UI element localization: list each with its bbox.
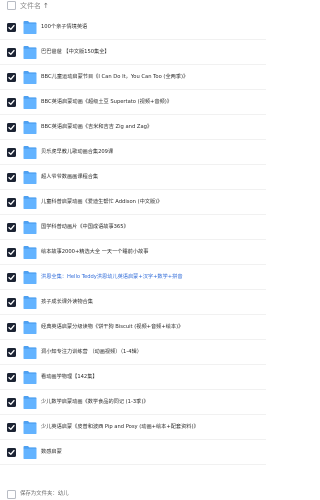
file-name[interactable]: 贝乐虎早教儿歌动画合集209课 xyxy=(41,140,263,165)
file-name[interactable]: 数感启蒙 xyxy=(41,440,263,465)
folder-icon xyxy=(23,119,37,135)
folder-icon xyxy=(23,219,37,235)
file-row[interactable]: 经典英语启蒙分级读物《饼干狗 Biscuit (视频+音频+绘本)》 xyxy=(0,315,266,340)
file-row[interactable]: 数感启蒙 xyxy=(0,440,266,465)
file-row[interactable]: BBC儿童运动启蒙节目《I Can Do It，You Can Too (全两季… xyxy=(0,65,266,90)
row-checkbox[interactable] xyxy=(7,123,16,132)
file-list: 100个亲子情境英语 巴巴爸爸 【中文版150集全】 BBC儿童运动启蒙节目《I C… xyxy=(0,15,266,465)
folder-icon xyxy=(23,419,37,435)
folder-icon xyxy=(23,144,37,160)
save-folder-checkbox[interactable] xyxy=(7,490,16,499)
folder-icon xyxy=(23,44,37,60)
file-name[interactable]: 洪恩全集：Hello Teddy洪恩幼儿英语启蒙+汉字+数学+拼音 xyxy=(41,265,263,290)
row-checkbox[interactable] xyxy=(7,173,16,182)
save-folder-label: 保存为文件夹：幼儿 xyxy=(20,491,69,497)
file-row[interactable]: 绘本故事2000+精选大全 一天一个睡前小故事 xyxy=(0,240,266,265)
file-row[interactable]: 洞小知专注力训练营 （动画视频）（1-4辑） xyxy=(0,340,266,365)
list-header: 文件名 ↑ xyxy=(0,0,266,12)
folder-icon xyxy=(23,394,37,410)
row-checkbox[interactable] xyxy=(7,273,16,282)
folder-icon xyxy=(23,369,37,385)
file-row[interactable]: 少儿英语启蒙《皮普和波西 Pip and Posy (动画+绘本+配套资料)》 xyxy=(0,415,266,440)
file-name[interactable]: 少儿英语启蒙《皮普和波西 Pip and Posy (动画+绘本+配套资料)》 xyxy=(41,415,263,440)
file-row[interactable]: 看动画学物理【142集】 xyxy=(0,365,266,390)
file-name[interactable]: 100个亲子情境英语 xyxy=(41,15,263,40)
save-folder-bar: 保存为文件夹：幼儿 xyxy=(0,489,266,500)
row-checkbox[interactable] xyxy=(7,423,16,432)
file-row[interactable]: 儿童科普启蒙动画《爱迪生帮忙 Addison (中文版)》 xyxy=(0,190,266,215)
row-checkbox[interactable] xyxy=(7,373,16,382)
row-checkbox[interactable] xyxy=(7,398,16,407)
folder-icon xyxy=(23,294,37,310)
row-checkbox[interactable] xyxy=(7,298,16,307)
row-checkbox[interactable] xyxy=(7,323,16,332)
column-header-filename[interactable]: 文件名 ↑ xyxy=(20,0,49,12)
folder-icon xyxy=(23,194,37,210)
file-name[interactable]: 绘本故事2000+精选大全 一天一个睡前小故事 xyxy=(41,240,263,265)
folder-icon xyxy=(23,344,37,360)
file-name[interactable]: 超人爷爷数画画课程合集 xyxy=(41,165,263,190)
file-name[interactable]: 儿童科普启蒙动画《爱迪生帮忙 Addison (中文版)》 xyxy=(41,190,263,215)
row-checkbox[interactable] xyxy=(7,223,16,232)
row-checkbox[interactable] xyxy=(7,73,16,82)
file-name[interactable]: 少儿数学启蒙动画《数学食品的同记 (1-3季)》 xyxy=(41,390,263,415)
file-name[interactable]: 看动画学物理【142集】 xyxy=(41,365,263,390)
file-row[interactable]: 国学科普动画片《中国成语故事365》 xyxy=(0,215,266,240)
folder-icon xyxy=(23,444,37,460)
file-row[interactable]: 巴巴爸爸 【中文版150集全】 xyxy=(0,40,266,65)
file-row[interactable]: 超人爷爷数画画课程合集 xyxy=(0,165,266,190)
folder-icon xyxy=(23,244,37,260)
select-all-checkbox[interactable] xyxy=(7,1,16,10)
row-checkbox[interactable] xyxy=(7,448,16,457)
file-name[interactable]: 巴巴爸爸 【中文版150集全】 xyxy=(41,40,263,65)
folder-icon xyxy=(23,19,37,35)
file-name[interactable]: 孩子成长课外读物合集 xyxy=(41,290,263,315)
sort-ascending-icon[interactable]: ↑ xyxy=(43,2,49,10)
row-checkbox[interactable] xyxy=(7,348,16,357)
file-name[interactable]: 经典英语启蒙分级读物《饼干狗 Biscuit (视频+音频+绘本)》 xyxy=(41,315,263,340)
folder-icon xyxy=(23,94,37,110)
folder-icon xyxy=(23,169,37,185)
file-row[interactable]: 孩子成长课外读物合集 xyxy=(0,290,266,315)
file-name[interactable]: 洞小知专注力训练营 （动画视频）（1-4辑） xyxy=(41,340,263,365)
file-name[interactable]: 国学科普动画片《中国成语故事365》 xyxy=(41,215,263,240)
row-checkbox[interactable] xyxy=(7,48,16,57)
column-header-label: 文件名 xyxy=(20,2,41,10)
row-checkbox[interactable] xyxy=(7,148,16,157)
file-name[interactable]: BBC英语启蒙动画《超级土豆 Supertato (视频+音频)》 xyxy=(41,90,263,115)
row-checkbox[interactable] xyxy=(7,23,16,32)
file-row[interactable]: 贝乐虎早教儿歌动画合集209课 xyxy=(0,140,266,165)
folder-icon xyxy=(23,319,37,335)
file-row[interactable]: 100个亲子情境英语 xyxy=(0,15,266,40)
file-row[interactable]: 少儿数学启蒙动画《数学食品的同记 (1-3季)》 xyxy=(0,390,266,415)
row-checkbox[interactable] xyxy=(7,98,16,107)
folder-icon xyxy=(23,69,37,85)
folder-icon xyxy=(23,269,37,285)
file-selection-panel: 文件名 ↑ 100个亲子情境英语 巴巴爸爸 【中文版150集全】 BBC儿童运动启蒙节… xyxy=(0,0,266,500)
row-checkbox[interactable] xyxy=(7,248,16,257)
file-row[interactable]: 洪恩全集：Hello Teddy洪恩幼儿英语启蒙+汉字+数学+拼音 xyxy=(0,265,266,290)
file-name[interactable]: BBC儿童运动启蒙节目《I Can Do It，You Can Too (全两季… xyxy=(41,65,263,90)
file-row[interactable]: BBC英语启蒙动画《吉米和吉吉 Zig and Zag》 xyxy=(0,115,266,140)
file-name[interactable]: BBC英语启蒙动画《吉米和吉吉 Zig and Zag》 xyxy=(41,115,263,140)
row-checkbox[interactable] xyxy=(7,198,16,207)
file-row[interactable]: BBC英语启蒙动画《超级土豆 Supertato (视频+音频)》 xyxy=(0,90,266,115)
